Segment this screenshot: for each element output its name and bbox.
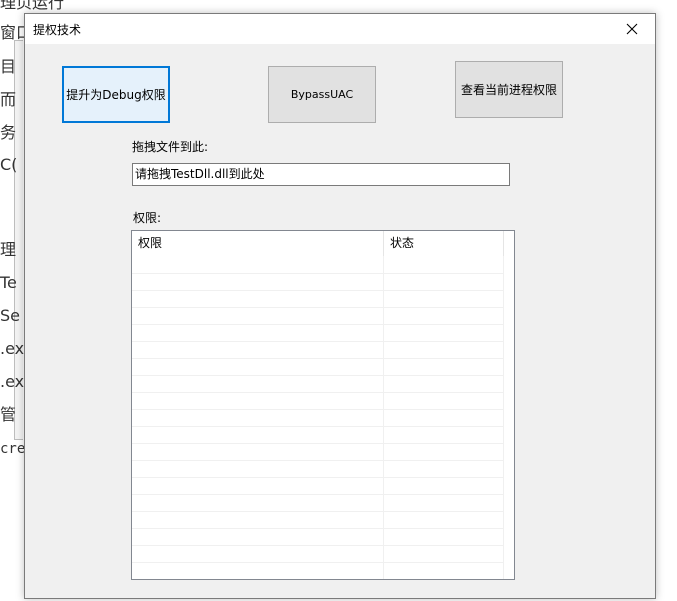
title-bar[interactable]: 提权技术 <box>25 14 655 44</box>
grid-row-line <box>132 460 503 461</box>
background-text-line: 管 <box>0 405 17 424</box>
grid-row-line <box>132 341 503 342</box>
listview-header: 权限 状态 <box>132 231 514 256</box>
grid-row-line <box>132 545 503 546</box>
view-privileges-button[interactable]: 查看当前进程权限 <box>455 61 563 118</box>
close-button[interactable] <box>609 14 655 44</box>
grid-row-line <box>132 375 503 376</box>
close-icon <box>626 23 638 35</box>
grid-row-line <box>132 358 503 359</box>
grid-row-line <box>132 494 503 495</box>
grid-row-line <box>132 392 503 393</box>
grid-row-line <box>132 426 503 427</box>
window-title: 提权技术 <box>33 23 82 37</box>
debug-privilege-button[interactable]: 提升为Debug权限 <box>62 66 170 123</box>
privilege-dialog: 提权技术 提升为Debug权限 BypassUAC 查看当前进程权限 拖拽文件到… <box>24 13 656 599</box>
background-text-line: 目 <box>0 57 17 76</box>
column-header-privilege[interactable]: 权限 <box>132 231 383 256</box>
grid-row-line <box>132 443 503 444</box>
background-text-line: Te <box>0 273 17 292</box>
listview-body[interactable] <box>132 256 514 579</box>
privilege-listview[interactable]: 权限 状态 <box>131 230 515 580</box>
column-separator[interactable] <box>503 231 504 256</box>
background-text-line: 而 <box>0 90 17 109</box>
background-text-line: 理 <box>0 240 17 259</box>
grid-row-line <box>132 324 503 325</box>
grid-row-line <box>132 511 503 512</box>
grid-row-line <box>132 409 503 410</box>
grid-row-line <box>132 528 503 529</box>
background-text-line: .ex <box>0 372 25 391</box>
grid-column-line <box>383 256 384 579</box>
grid-row-line <box>132 307 503 308</box>
background-text-line: Se <box>0 306 20 325</box>
background-text-line: 理页运行 <box>0 0 65 12</box>
background-text-line: 务 <box>0 123 17 142</box>
grid-row-line <box>132 477 503 478</box>
drag-file-input[interactable]: 请拖拽TestDll.dll到此处 <box>132 163 510 186</box>
background-text-line: .ex <box>0 339 25 358</box>
privilege-label: 权限: <box>133 211 162 225</box>
background-text-line: cre <box>0 441 26 457</box>
column-header-status[interactable]: 状态 <box>384 231 503 256</box>
drag-file-label: 拖拽文件到此: <box>132 140 209 154</box>
bypass-uac-button[interactable]: BypassUAC <box>268 66 376 123</box>
grid-row-line <box>132 273 503 274</box>
background-text-line: C( <box>0 155 18 174</box>
grid-row-line <box>132 290 503 291</box>
grid-column-line <box>503 256 504 579</box>
grid-row-line <box>132 562 503 563</box>
